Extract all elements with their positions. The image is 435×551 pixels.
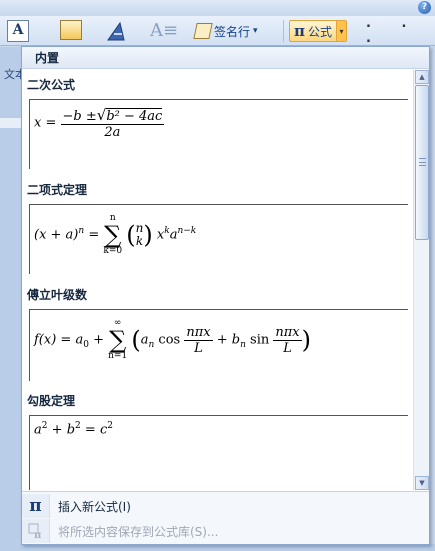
gallery-item-fourier[interactable]: f(x) = a0 + ∞ ∑ n=1 (an cos nπx L + bn si… [29, 309, 408, 381]
equation-gallery: 内置 二次公式 x = −b ±√b² − 4ac 2a 二项式定理 (x + … [21, 46, 430, 545]
gallery-item-binomial[interactable]: (x + a)n = n ∑ k=0 (n k) xkan−k [29, 204, 408, 274]
insert-new-equation-item[interactable]: π 插入新公式(I) [22, 494, 429, 518]
ribbon-insert-tab: A A≡ 签名行 ▾ π 公式 ▾ . . . [0, 16, 435, 46]
entry-title-fourier: 傅立叶级数 [27, 288, 88, 302]
fraction-numerator: −b ±√b² − 4ac [60, 106, 165, 125]
insert-new-equation-label: 插入新公式(I) [58, 499, 131, 514]
equation-button[interactable]: π 公式 ▾ [289, 20, 347, 42]
textbox-icon[interactable]: A [7, 20, 29, 42]
dropcap-icon[interactable]: A≡ [150, 20, 180, 42]
formula-fourier: f(x) = a0 + ∞ ∑ n=1 (an cos nπx L + bn si… [34, 318, 312, 361]
gallery-scrollbar[interactable]: ▲ ▼ [413, 70, 429, 490]
equation-dropdown-button[interactable]: ▾ [336, 21, 346, 41]
symbol-buttons[interactable]: . . . [366, 16, 435, 46]
save-to-gallery-icon: π [22, 519, 50, 543]
signature-line-button[interactable]: 签名行 ▾ [193, 20, 258, 42]
ribbon-separator [283, 20, 284, 42]
chevron-down-icon: ▾ [253, 26, 258, 36]
summation-symbol: ∞ ∑ n=1 [108, 318, 128, 361]
signature-pen-icon [193, 23, 213, 39]
scroll-down-arrow-icon[interactable]: ▼ [415, 476, 429, 490]
equation-label: 公式 [307, 24, 332, 39]
save-selection-item: π 将所选内容保存到公式库(S)... [22, 519, 429, 543]
formula-text: x = [34, 115, 57, 131]
summation-symbol: n ∑ k=0 [103, 213, 123, 256]
svg-text:π: π [34, 530, 41, 539]
formula-pythagorean: a2 + b2 = c2 [34, 421, 113, 438]
entry-title-binomial: 二项式定理 [27, 183, 88, 197]
fraction-denominator: 2a [104, 125, 121, 140]
quick-parts-icon[interactable] [60, 20, 82, 40]
gallery-item-quadratic[interactable]: x = −b ±√b² − 4ac 2a [29, 99, 408, 169]
pi-icon: π [294, 22, 305, 40]
formula-quadratic: x = −b ±√b² − 4ac 2a [34, 106, 165, 140]
formula-binomial: (x + a)n = n ∑ k=0 (n k) xkan−k [34, 213, 197, 256]
help-button[interactable]: ? [418, 1, 431, 14]
wordart-icon[interactable] [105, 20, 127, 42]
pi-icon: π [22, 494, 50, 518]
grip-icon [419, 158, 426, 166]
signature-line-label: 签名行 [214, 24, 251, 39]
entry-title-pythagorean: 勾股定理 [27, 394, 76, 408]
scrollbar-thumb[interactable] [415, 85, 429, 240]
save-selection-label: 将所选内容保存到公式库(S)... [58, 524, 219, 539]
fraction: −b ±√b² − 4ac 2a [60, 106, 165, 140]
gallery-list: 二次公式 x = −b ±√b² − 4ac 2a 二项式定理 (x + a)n… [22, 70, 412, 490]
title-bar: ? [0, 0, 435, 16]
fraction: nπx L [184, 324, 213, 356]
scroll-up-arrow-icon[interactable]: ▲ [415, 70, 429, 84]
document-ruler [0, 118, 22, 128]
status-area [0, 544, 435, 551]
gallery-footer: π 插入新公式(I) π 将所选内容保存到公式库(S)... [22, 491, 429, 544]
entry-title-quadratic: 二次公式 [27, 78, 76, 92]
fraction: nπx L [273, 324, 302, 356]
gallery-section-header: 内置 [22, 47, 429, 69]
gallery-item-pythagorean[interactable]: a2 + b2 = c2 [29, 415, 408, 490]
